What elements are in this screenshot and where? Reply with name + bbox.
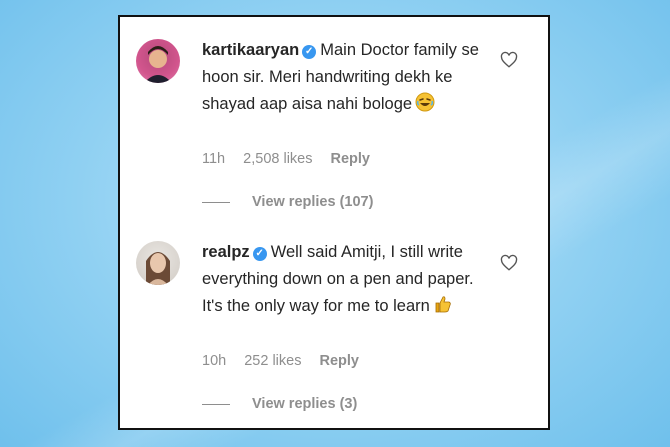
thumbs-up-emoji-icon — [433, 294, 453, 323]
comment-time: 10h — [202, 353, 227, 369]
view-replies-button[interactable]: View replies (3) — [202, 396, 357, 412]
verified-badge-icon: ✓ — [302, 45, 317, 59]
comment-time: 11h — [202, 151, 226, 167]
comment-likes[interactable]: 252 likes — [244, 353, 301, 369]
comment-body: kartikaaryan ✓ Main Doctor family se hoon … — [202, 37, 492, 121]
comment-username[interactable]: realpz — [202, 243, 250, 261]
reply-button[interactable]: Reply — [331, 151, 371, 167]
view-replies-label: View replies (3) — [252, 396, 358, 412]
divider — [202, 403, 230, 405]
comment-body: realpz ✓ Well said Amitji, I still write e… — [202, 239, 492, 323]
view-replies-label: View replies (107) — [252, 194, 374, 210]
divider — [202, 201, 230, 203]
like-heart-icon[interactable] — [500, 51, 518, 69]
reply-button[interactable]: Reply — [320, 353, 360, 369]
comment-username[interactable]: kartikaaryan — [202, 41, 299, 59]
comment-likes[interactable]: 2,508 likes — [243, 151, 312, 167]
avatar[interactable] — [136, 241, 180, 285]
avatar[interactable] — [136, 39, 180, 83]
comments-card: kartikaaryan ✓ Main Doctor family se hoon … — [118, 15, 550, 430]
comment-meta: 11h 2,508 likes Reply — [202, 151, 384, 167]
verified-badge-icon: ✓ — [252, 247, 267, 261]
comment-meta: 10h 252 likes Reply — [202, 353, 373, 369]
laughing-emoji-icon — [415, 92, 435, 121]
view-replies-button[interactable]: View replies (107) — [202, 194, 373, 210]
like-heart-icon[interactable] — [500, 254, 518, 272]
